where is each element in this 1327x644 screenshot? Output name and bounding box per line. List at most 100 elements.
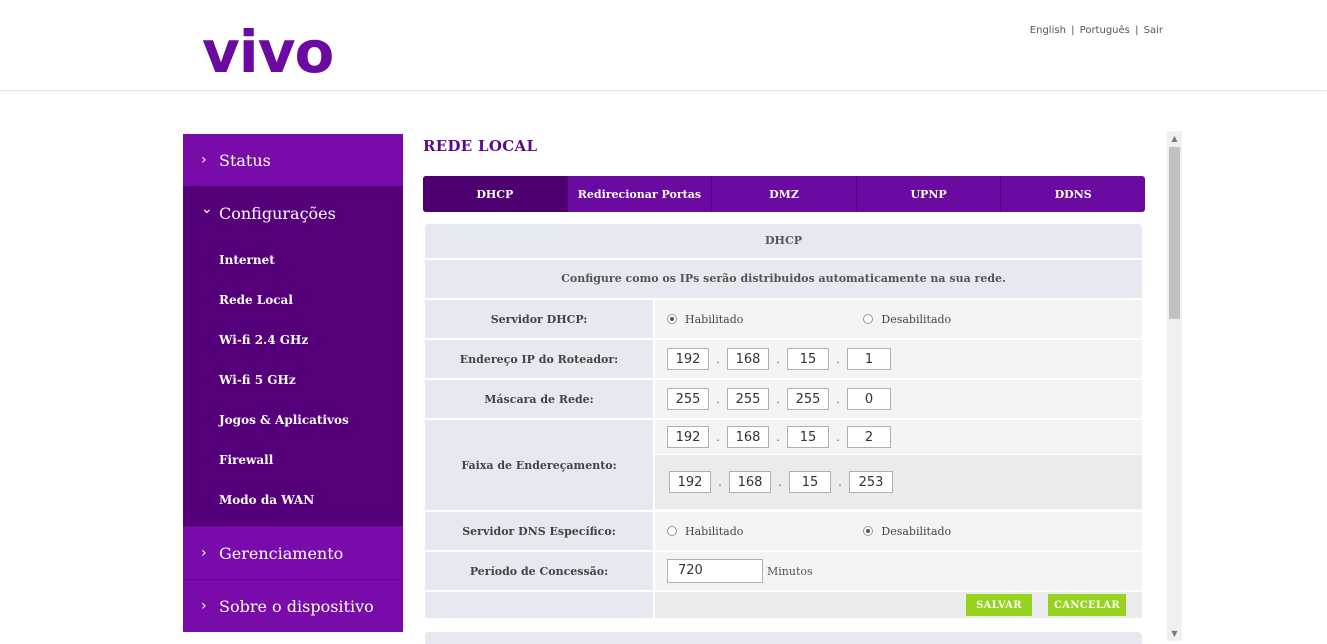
ip-dot: . (776, 430, 780, 444)
actions-spacer (425, 592, 653, 618)
sidebar-item-gerenciamento[interactable]: › Gerenciamento (183, 526, 403, 579)
field-label: Servidor DNS Específico: (425, 512, 653, 550)
radio-label: Desabilitado (881, 524, 952, 538)
router-ip-octet-2[interactable]: 168 (727, 348, 769, 370)
tab-bar: DHCP Redirecionar Portas DMZ UPNP DDNS (423, 176, 1145, 212)
chevron-right-icon: › (201, 152, 207, 168)
range-start-octet-1[interactable]: 192 (667, 426, 709, 448)
sidebar-subitem-rede-local[interactable]: Rede Local (183, 280, 403, 320)
range-end: 192 . 168 . 15 . 253 (655, 454, 1142, 509)
radio-checked-icon (667, 314, 677, 324)
ip-dot: . (836, 352, 840, 366)
field-value: 192 . 168 . 15 . 1 (655, 340, 1142, 378)
save-button[interactable]: SALVAR (966, 594, 1032, 616)
link-english[interactable]: English (1030, 25, 1066, 36)
range-end-octet-1[interactable]: 192 (669, 471, 711, 493)
router-ip-octet-1[interactable]: 192 (667, 348, 709, 370)
page-title: REDE LOCAL (423, 137, 538, 155)
range-start: 192 . 168 . 15 . 2 (655, 420, 1142, 454)
row-router-ip: Endereço IP do Roteador: 192 . 168 . 15 … (425, 338, 1142, 378)
ip-dot: . (836, 392, 840, 406)
link-sair[interactable]: Sair (1144, 25, 1163, 36)
scroll-up-icon[interactable]: ▲ (1167, 131, 1182, 146)
router-ip-octet-4[interactable]: 1 (847, 348, 891, 370)
tab-redirecionar-portas[interactable]: Redirecionar Portas (568, 176, 713, 212)
field-label: Endereço IP do Roteador: (425, 340, 653, 378)
radio-label: Desabilitado (881, 312, 952, 326)
sidebar-item-label: Gerenciamento (219, 543, 344, 563)
row-netmask: Máscara de Rede: 255 . 255 . 255 . 0 (425, 378, 1142, 418)
router-ip-octet-3[interactable]: 15 (787, 348, 829, 370)
actions: SALVAR CANCELAR (655, 592, 1142, 618)
lease-unit: Minutos (767, 564, 813, 578)
chevron-right-icon: › (201, 598, 207, 614)
chevron-down-icon: ⌄ (201, 201, 213, 217)
chevron-right-icon: › (201, 545, 207, 561)
range-end-octet-3[interactable]: 15 (789, 471, 831, 493)
ip-dot: . (718, 475, 722, 489)
scrollbar[interactable]: ▲ ▼ (1167, 131, 1182, 641)
sidebar-subitem-wifi-24[interactable]: Wi-fi 2.4 GHz (183, 320, 403, 360)
radio-label: Habilitado (685, 312, 744, 326)
link-portugues[interactable]: Português (1080, 25, 1130, 36)
sidebar-subitem-wifi-5[interactable]: Wi-fi 5 GHz (183, 360, 403, 400)
mask-octet-1[interactable]: 255 (667, 388, 709, 410)
ip-dot: . (776, 352, 780, 366)
scrollbar-thumb[interactable] (1169, 147, 1180, 319)
field-label: Máscara de Rede: (425, 380, 653, 418)
sidebar-submenu: Internet Rede Local Wi-fi 2.4 GHz Wi-fi … (183, 240, 403, 526)
radio-checked-icon (863, 526, 874, 536)
tab-dhcp[interactable]: DHCP (423, 176, 568, 212)
mask-octet-2[interactable]: 255 (727, 388, 769, 410)
section-description: Configure como os IPs serão distribuidos… (425, 258, 1142, 298)
tab-upnp[interactable]: UPNP (857, 176, 1002, 212)
range-start-octet-3[interactable]: 15 (787, 426, 829, 448)
range-end-octet-4[interactable]: 253 (849, 471, 893, 493)
sidebar-item-configuracoes[interactable]: ⌄ Configurações (183, 186, 403, 240)
sidebar-subitem-modo-wan[interactable]: Modo da WAN (183, 480, 403, 520)
sidebar-item-label: Configurações (219, 203, 336, 223)
sidebar-item-status[interactable]: › Status (183, 134, 403, 186)
section-title: DHCP (425, 224, 1142, 258)
ip-dot: . (778, 475, 782, 489)
tab-ddns[interactable]: DDNS (1001, 176, 1145, 212)
sidebar-subitem-firewall[interactable]: Firewall (183, 440, 403, 480)
ip-dot: . (836, 430, 840, 444)
dhcp-enabled-radio[interactable]: Habilitado (667, 313, 743, 326)
dns-enabled-radio[interactable]: Habilitado (667, 525, 743, 538)
lease-time-input[interactable]: 720 (667, 559, 763, 583)
link-separator: | (1135, 25, 1139, 36)
field-value: 192 . 168 . 15 . 2 192 . 168 . 15 . 253 (655, 420, 1142, 510)
mask-octet-3[interactable]: 255 (787, 388, 829, 410)
header: vivo English | Português | Sair (0, 0, 1327, 91)
row-lease-time: Período de Concessão: 720 Minutos (425, 550, 1142, 590)
cancel-button[interactable]: CANCELAR (1048, 594, 1126, 616)
ip-dot: . (838, 475, 842, 489)
sidebar-subitem-jogos[interactable]: Jogos & Aplicativos (183, 400, 403, 440)
main-content: REDE LOCAL DHCP Redirecionar Portas DMZ … (423, 134, 1145, 618)
row-address-range: Faixa de Endereçamento: 192 . 168 . 15 .… (425, 418, 1142, 510)
scroll-down-icon[interactable]: ▼ (1167, 626, 1182, 641)
row-dns-server: Servidor DNS Específico: Habilitado Desa… (425, 510, 1142, 550)
sidebar-item-sobre[interactable]: › Sobre o dispositivo (183, 579, 403, 632)
range-start-octet-4[interactable]: 2 (847, 426, 891, 448)
vivo-logo[interactable]: vivo (202, 22, 334, 82)
tab-dmz[interactable]: DMZ (712, 176, 857, 212)
sidebar-group-configuracoes: ⌄ Configurações Internet Rede Local Wi-f… (183, 186, 403, 526)
range-end-octet-2[interactable]: 168 (729, 471, 771, 493)
field-label: Servidor DHCP: (425, 300, 653, 338)
field-value: 255 . 255 . 255 . 0 (655, 380, 1142, 418)
range-start-octet-2[interactable]: 168 (727, 426, 769, 448)
field-label: Faixa de Endereçamento: (425, 420, 653, 510)
link-separator: | (1071, 25, 1075, 36)
dhcp-disabled-radio[interactable]: Desabilitado (863, 313, 951, 326)
sidebar-subitem-internet[interactable]: Internet (183, 240, 403, 280)
dns-disabled-radio[interactable]: Desabilitado (863, 525, 951, 538)
sidebar-item-label: Status (219, 150, 271, 170)
ip-dot: . (716, 352, 720, 366)
ip-dot: . (716, 430, 720, 444)
mask-octet-4[interactable]: 0 (847, 388, 891, 410)
next-section-header (425, 632, 1142, 644)
field-value: 720 Minutos (655, 552, 1142, 590)
radio-unchecked-icon (863, 314, 874, 324)
